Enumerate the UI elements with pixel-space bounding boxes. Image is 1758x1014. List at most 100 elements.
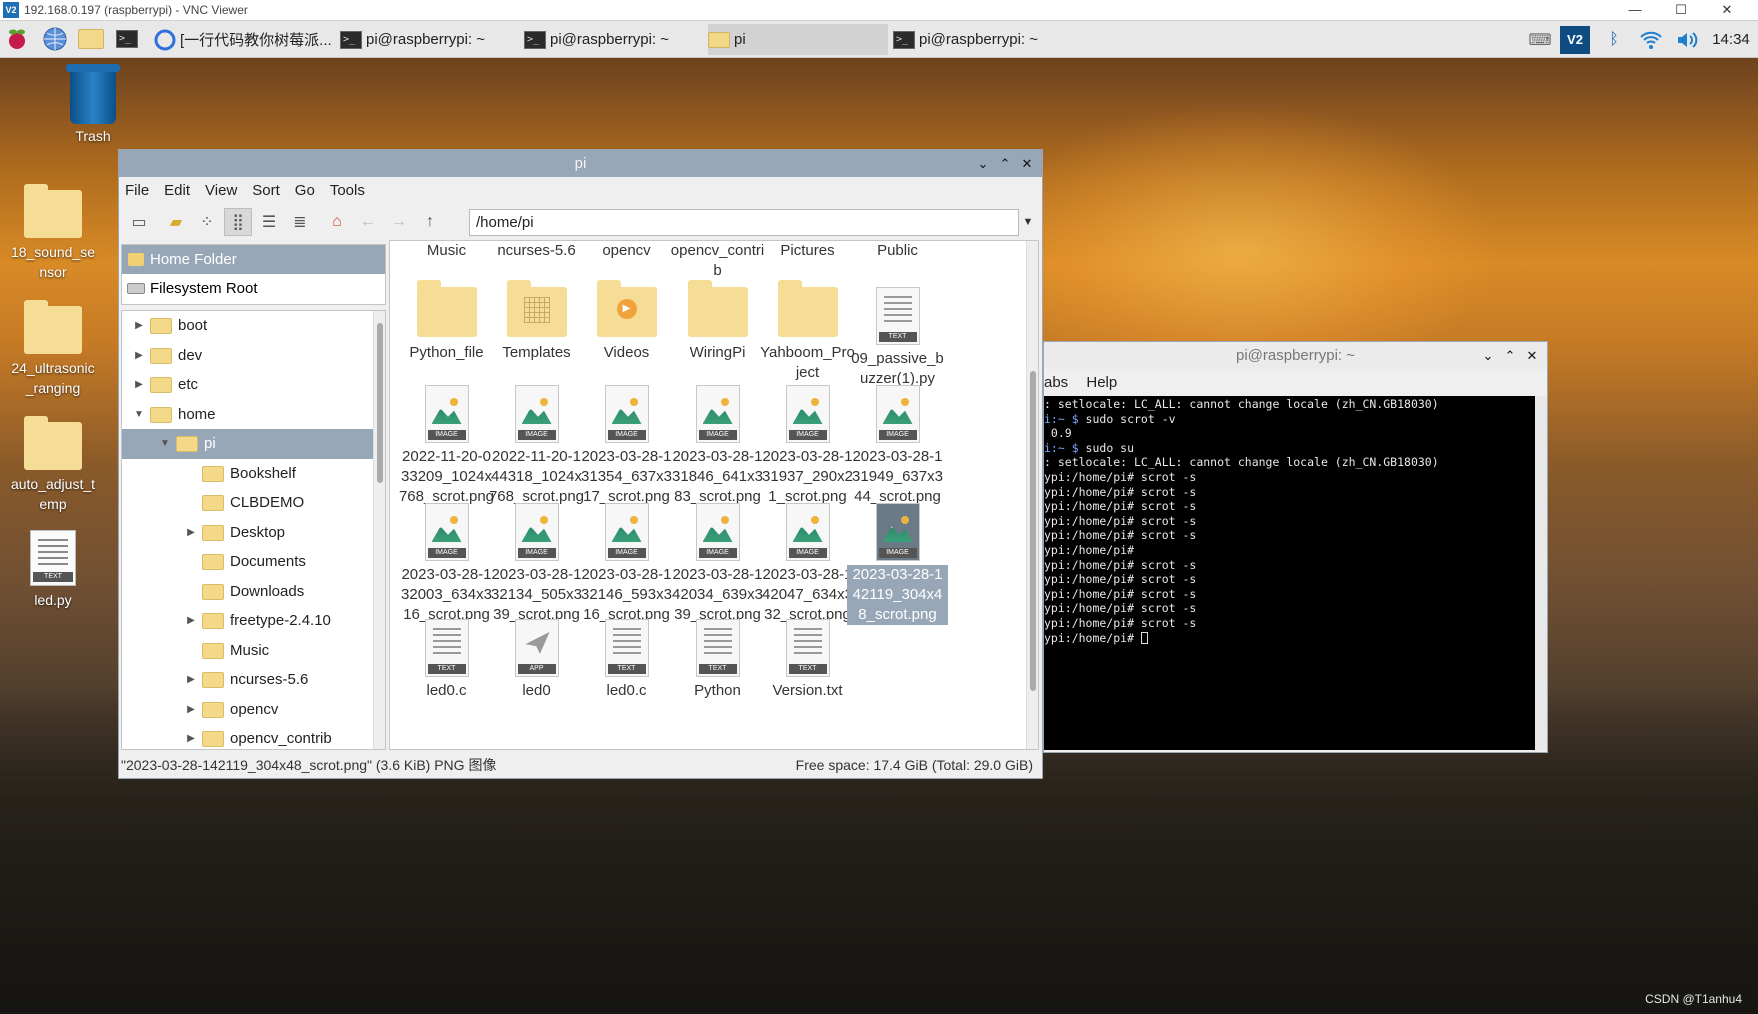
file-item[interactable]: IMAGE 2023-03-28-131846_641x383_scrot.png bbox=[667, 385, 768, 507]
folder-item[interactable]: Templates bbox=[486, 280, 587, 363]
maximize-button[interactable]: ☐ bbox=[1658, 0, 1704, 20]
tree-item[interactable]: ▼ home bbox=[122, 400, 385, 430]
close-button[interactable]: ✕ bbox=[1521, 342, 1543, 369]
tree-item[interactable]: ▶ Desktop bbox=[122, 518, 385, 548]
file-item[interactable]: TEXT led0.c bbox=[396, 619, 497, 701]
file-item[interactable]: IMAGE 2023-03-28-142047_634x332_scrot.png bbox=[757, 503, 858, 625]
menu-file[interactable]: File bbox=[125, 182, 149, 199]
task-file-manager[interactable]: pi bbox=[708, 24, 888, 55]
file-item[interactable]: IMAGE 2022-11-20-033209_1024x768_scrot.pn… bbox=[396, 385, 497, 507]
file-item[interactable]: IMAGE 2023-03-28-142034_639x339_scrot.png bbox=[667, 503, 768, 625]
folder-item[interactable]: Python_file bbox=[396, 280, 497, 363]
file-manager-launcher-icon[interactable] bbox=[76, 25, 106, 53]
chevron-down-icon[interactable]: ▼ bbox=[1017, 209, 1039, 236]
menu-tabs[interactable]: abs bbox=[1044, 374, 1068, 391]
file-item[interactable]: APP led0 bbox=[486, 619, 587, 701]
desktop-icon-folder[interactable]: 24_ultrasonic_ranging bbox=[8, 300, 98, 398]
maximize-button[interactable]: ⌃ bbox=[994, 150, 1016, 177]
file-item[interactable]: TEXT 09_passive_buzzer(1).py bbox=[847, 287, 948, 389]
thumbnail-view-icon[interactable]: ⣿ bbox=[224, 208, 252, 236]
folder-item[interactable]: ▶ Videos bbox=[576, 280, 677, 363]
wifi-icon[interactable] bbox=[1636, 21, 1666, 58]
home-icon[interactable]: ⌂ bbox=[323, 208, 351, 236]
minimize-button[interactable]: — bbox=[1612, 0, 1658, 20]
vnc-server-icon[interactable]: V2 bbox=[1559, 21, 1591, 58]
tree-item[interactable]: ▶ etc bbox=[122, 370, 385, 400]
expander-closed-icon[interactable]: ▶ bbox=[184, 518, 198, 548]
tree-item[interactable]: Bookshelf bbox=[122, 459, 385, 489]
task-terminal-3[interactable]: >_ pi@raspberrypi: ~ bbox=[893, 24, 1073, 55]
file-item[interactable]: TEXT Version.txt bbox=[757, 619, 858, 701]
task-browser[interactable]: [一行代码教你树莓派... bbox=[154, 24, 334, 55]
expander-open-icon[interactable]: ▼ bbox=[132, 400, 146, 430]
menu-tools[interactable]: Tools bbox=[330, 182, 365, 199]
detailed-list-view-icon[interactable]: ≣ bbox=[286, 208, 314, 236]
expander-open-icon[interactable]: ▼ bbox=[158, 429, 172, 459]
file-item[interactable]: TEXT Python bbox=[667, 619, 768, 701]
folder-item[interactable]: Yahboom_Project bbox=[757, 280, 858, 383]
new-window-icon[interactable]: ▭ bbox=[125, 208, 153, 236]
volume-icon[interactable] bbox=[1672, 21, 1702, 58]
file-item[interactable]: IMAGE 2023-03-28-132134_505x339_scrot.png bbox=[486, 503, 587, 625]
task-terminal-2[interactable]: >_ pi@raspberrypi: ~ bbox=[524, 24, 704, 55]
tree-item[interactable]: ▶ ncurses-5.6 bbox=[122, 665, 385, 695]
desktop-icon-file[interactable]: TEXT led.py bbox=[8, 530, 98, 610]
menu-go[interactable]: Go bbox=[295, 182, 315, 199]
file-item[interactable]: TEXT led0.c bbox=[576, 619, 677, 701]
terminal-scrollbar[interactable] bbox=[1535, 396, 1547, 750]
tree-item[interactable]: ▶ opencv_contrib bbox=[122, 724, 385, 749]
tree-item[interactable]: CLBDEMO bbox=[122, 488, 385, 518]
close-button[interactable]: ✕ bbox=[1016, 150, 1038, 177]
folder-item[interactable]: ncurses-5.6 bbox=[486, 241, 587, 261]
folder-item[interactable]: Pictures bbox=[757, 241, 858, 261]
menu-view[interactable]: View bbox=[205, 182, 237, 199]
tree-item[interactable]: ▶ boot bbox=[122, 311, 385, 341]
menu-edit[interactable]: Edit bbox=[164, 182, 190, 199]
tree-item[interactable]: ▶ opencv bbox=[122, 695, 385, 725]
tree-item[interactable]: Music bbox=[122, 636, 385, 666]
file-item[interactable]: IMAGE 2023-03-28-132003_634x316_scrot.png bbox=[396, 503, 497, 625]
up-arrow-icon[interactable]: ↑ bbox=[416, 208, 444, 236]
file-item[interactable]: IMAGE 2023-03-28-131937_290x21_scrot.png bbox=[757, 385, 858, 507]
minimize-button[interactable]: ⌄ bbox=[972, 150, 994, 177]
back-arrow-icon[interactable]: ← bbox=[354, 208, 382, 236]
terminal-launcher-icon[interactable]: >_ bbox=[112, 25, 142, 53]
terminal-title-bar[interactable]: pi@raspberrypi: ~ ⌄ ⌃ ✕ bbox=[1044, 342, 1547, 369]
tree-scrollbar[interactable] bbox=[373, 311, 385, 749]
file-manager-title-bar[interactable]: pi ⌄ ⌃ ✕ bbox=[119, 150, 1042, 177]
expander-closed-icon[interactable]: ▶ bbox=[184, 695, 198, 725]
file-grid-scrollbar[interactable] bbox=[1026, 241, 1038, 749]
raspberry-menu-icon[interactable] bbox=[2, 25, 32, 53]
place-filesystem-root[interactable]: Filesystem Root bbox=[122, 274, 385, 303]
folder-item[interactable]: opencv bbox=[576, 241, 677, 261]
expander-closed-icon[interactable]: ▶ bbox=[184, 724, 198, 749]
terminal-output[interactable]: : setlocale: LC_ALL: cannot change local… bbox=[1044, 396, 1537, 750]
task-terminal-1[interactable]: >_ pi@raspberrypi: ~ bbox=[340, 24, 520, 55]
tree-item[interactable]: Downloads bbox=[122, 577, 385, 607]
forward-arrow-icon[interactable]: → bbox=[385, 208, 413, 236]
compact-view-icon[interactable]: ☰ bbox=[255, 208, 283, 236]
tree-item[interactable]: ▼ pi bbox=[122, 429, 385, 459]
tree-item[interactable]: Documents bbox=[122, 547, 385, 577]
clock[interactable]: 14:34 bbox=[1708, 21, 1754, 58]
file-item[interactable]: IMAGE 2022-11-20-144318_1024x768_scrot.pn… bbox=[486, 385, 587, 507]
close-button[interactable]: ✕ bbox=[1704, 0, 1750, 20]
desktop-icon-trash[interactable]: Trash bbox=[48, 64, 138, 146]
web-browser-launcher-icon[interactable] bbox=[40, 25, 70, 53]
file-item[interactable]: IMAGE 2023-03-28-132146_593x316_scrot.png bbox=[576, 503, 677, 625]
file-item[interactable]: IMAGE 2023-03-28-131354_637x317_scrot.png bbox=[576, 385, 677, 507]
tree-item[interactable]: ▶ freetype-2.4.10 bbox=[122, 606, 385, 636]
expander-closed-icon[interactable]: ▶ bbox=[132, 370, 146, 400]
folder-item[interactable]: WiringPi bbox=[667, 280, 768, 363]
maximize-button[interactable]: ⌃ bbox=[1499, 342, 1521, 369]
file-item[interactable]: IMAGE 2023-03-28-131949_637x344_scrot.png bbox=[847, 385, 948, 507]
keyboard-icon[interactable]: ⌨ bbox=[1526, 21, 1554, 58]
expander-closed-icon[interactable]: ▶ bbox=[132, 341, 146, 371]
path-input[interactable]: /home/pi bbox=[469, 209, 1019, 236]
new-folder-icon[interactable]: ▰ bbox=[162, 208, 190, 236]
menu-sort[interactable]: Sort bbox=[252, 182, 280, 199]
bluetooth-icon[interactable]: ᛒ bbox=[1600, 21, 1628, 58]
menu-help[interactable]: Help bbox=[1086, 374, 1117, 391]
tree-item[interactable]: ▶ dev bbox=[122, 341, 385, 371]
folder-item[interactable]: Music bbox=[396, 241, 497, 261]
